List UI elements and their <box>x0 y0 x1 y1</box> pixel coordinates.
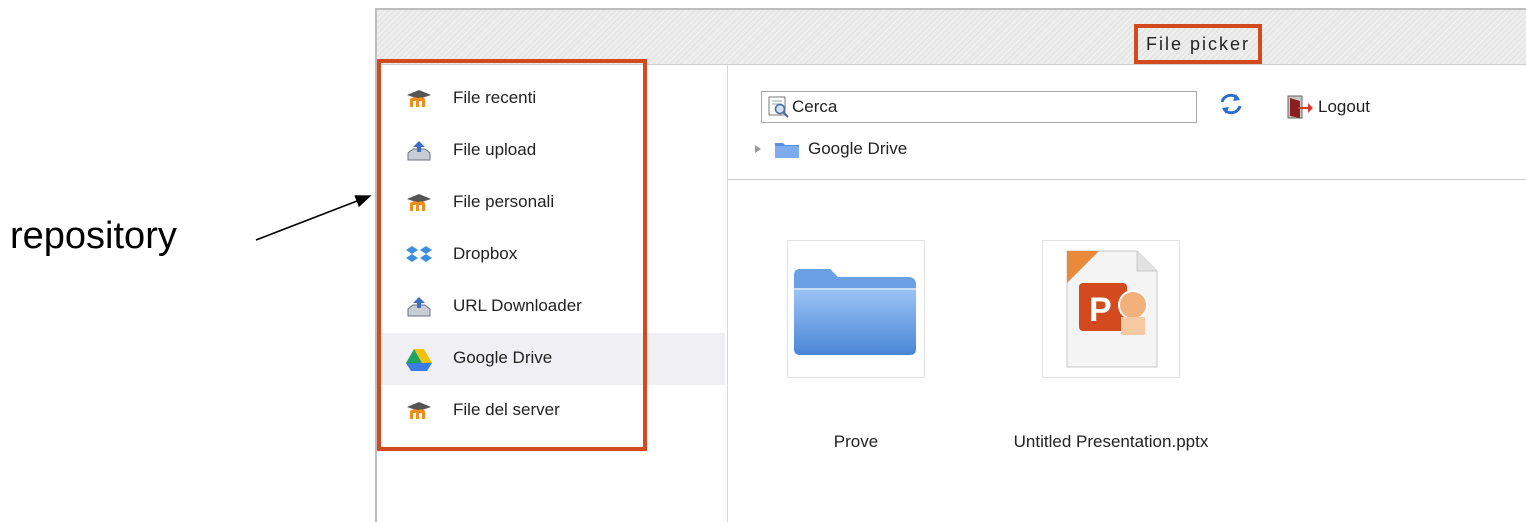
file-thumbnail <box>787 240 925 378</box>
sidebar-item-label: File recenti <box>453 88 537 107</box>
logout-label: Logout <box>1318 97 1370 116</box>
upload-icon <box>407 141 431 161</box>
sidebar-item-dropbox[interactable]: Dropbox <box>377 229 725 281</box>
file-name: Prove <box>833 432 879 451</box>
breadcrumb-label: Google Drive <box>808 139 908 158</box>
sidebar-item-google-drive[interactable]: Google Drive <box>377 333 725 385</box>
annotation-label: repository <box>10 215 177 257</box>
sidebar-item-file-recenti[interactable]: File recenti <box>377 73 725 125</box>
sidebar-item-label: File upload <box>453 140 537 159</box>
search-icon <box>768 96 789 118</box>
window-title: File picker <box>1134 24 1263 64</box>
search-input[interactable] <box>792 92 1192 122</box>
sidebar-item-label: Dropbox <box>453 244 518 263</box>
file-thumbnail: P <box>1042 240 1180 378</box>
logout-button[interactable]: Logout <box>1286 93 1370 121</box>
search-box[interactable] <box>761 91 1197 123</box>
sidebar-item-file-del-server[interactable]: File del server <box>377 385 725 437</box>
folder-icon <box>775 143 799 158</box>
title-bar[interactable]: File picker <box>377 10 1526 65</box>
repository-sidebar: File recenti File upload File personali … <box>377 65 728 522</box>
sidebar-item-file-personali[interactable]: File personali <box>377 177 725 229</box>
triangle-right-icon <box>755 145 761 153</box>
toolbar: Logout Google Drive <box>728 65 1526 180</box>
sidebar-item-label: URL Downloader <box>453 296 582 315</box>
powerpoint-icon: P <box>1066 250 1158 368</box>
sidebar-item-url-downloader[interactable]: URL Downloader <box>377 281 725 333</box>
moodle-icon <box>407 194 431 211</box>
logout-icon <box>1287 95 1313 119</box>
moodle-icon <box>407 402 431 419</box>
google-drive-icon <box>406 349 432 371</box>
folder-icon <box>794 269 916 355</box>
sidebar-item-file-upload[interactable]: File upload <box>377 125 725 177</box>
breadcrumb[interactable]: Google Drive <box>752 137 907 161</box>
svg-text:P: P <box>1089 291 1112 329</box>
sidebar-item-label: File personali <box>453 192 555 211</box>
download-icon <box>407 297 431 317</box>
file-picker-window: File picker File recenti File upload Fil… <box>375 8 1526 522</box>
sidebar-item-label: Google Drive <box>453 348 553 367</box>
file-name: Untitled Presentation.pptx <box>1013 432 1209 451</box>
refresh-icon[interactable] <box>1218 91 1244 117</box>
moodle-icon <box>407 90 431 107</box>
sidebar-item-label: File del server <box>453 400 560 419</box>
dropbox-icon <box>406 246 432 262</box>
